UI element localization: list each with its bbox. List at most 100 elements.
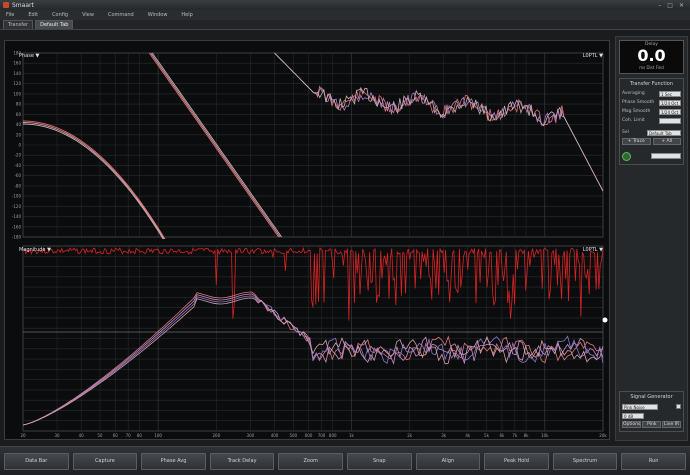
phase-y-tick: -60 (14, 173, 21, 178)
tf-row-label: Mag Smooth (622, 109, 651, 114)
signal-options-button[interactable]: Options (622, 421, 642, 428)
menu-item-config[interactable]: Config (52, 12, 68, 18)
tf-row-dropdown[interactable]: 1/24 Oct (659, 99, 681, 106)
app-icon (3, 2, 9, 8)
phase-graph[interactable]: 203040506070801002003004005006007008001k… (5, 41, 609, 245)
phase-y-tick: -40 (14, 163, 21, 168)
phase-y-tick: -120 (12, 204, 22, 209)
magnitude-x-tick: 70 (126, 433, 132, 438)
phase-y-tick: 40 (16, 122, 22, 127)
phase-background (5, 41, 609, 239)
tf-row-dropdown[interactable]: 1/24 Oct (659, 108, 681, 115)
magnitude-x-tick: 7k (512, 433, 518, 438)
magnitude-x-tick: 20 (20, 433, 26, 438)
bottom-button-zoom[interactable]: Zoom (278, 452, 343, 470)
tf-row-dropdown[interactable] (659, 117, 681, 124)
magnitude-x-tick: 400 (271, 433, 279, 438)
magnitude-x-tick: 5k (484, 433, 490, 438)
magnitude-x-tick: 6k (499, 433, 505, 438)
signal-level-dropdown[interactable]: 0 dB (622, 412, 644, 419)
phase-y-tick: 20 (16, 132, 22, 137)
magnitude-x-tick: 30 (54, 433, 60, 438)
magnitude-x-tick: 80 (137, 433, 143, 438)
signal-pink-button[interactable]: Pink (642, 421, 662, 428)
magnitude-x-tick: 1k (349, 433, 355, 438)
magnitude-x-tick: 700 (318, 433, 326, 438)
phase-plot-right-label[interactable]: L0PTL ▼ (583, 53, 603, 59)
magnitude-x-tick: 10k (541, 433, 549, 438)
phase-y-tick: 120 (13, 81, 21, 86)
tf-row-label: Phase Smooth (622, 100, 655, 105)
signal-generator-section: Signal Generator Pink Noise 0 dB Options… (619, 391, 684, 432)
input-dropdown[interactable] (651, 153, 681, 159)
menu-item-file[interactable]: File (6, 12, 14, 18)
add-all-button[interactable]: + All (652, 138, 681, 145)
title-bar: Smaart – □ ✕ (0, 0, 690, 10)
bottom-button-data-bar[interactable]: Data Bar (4, 452, 69, 470)
magnitude-cursor-handle (602, 317, 608, 323)
bottom-button-align[interactable]: Align (415, 452, 481, 470)
magnitude-x-tick: 3k (441, 433, 447, 438)
phase-y-tick: 80 (16, 102, 22, 107)
minimize-icon[interactable]: – (658, 2, 661, 9)
menu-item-view[interactable]: View (82, 12, 94, 18)
magnitude-plot-label[interactable]: Magnitude ▼ (19, 247, 51, 253)
magnitude-x-tick: 300 (247, 433, 255, 438)
menu-item-window[interactable]: Window (148, 12, 168, 18)
delay-sub: ms Dist Find (639, 65, 664, 70)
transfer-function-title: Transfer Function (630, 81, 673, 87)
bottom-button-spectrum[interactable]: Spectrum (552, 452, 618, 470)
magnitude-x-tick: 8k (524, 433, 530, 438)
transfer-function-section: Transfer Function Averaging 1 Sec Phase Sm… (619, 78, 684, 165)
magnitude-x-tick: 2k (407, 433, 413, 438)
delay-value: 0.0 (637, 46, 666, 65)
delay-display: Delay 0.0 ms Dist Find (619, 40, 684, 74)
tf-row-label: Averaging (622, 91, 645, 96)
bottom-button-track-delay[interactable]: Track Delay (209, 452, 275, 470)
tf-row-dropdown[interactable]: 1 Sec (659, 90, 681, 97)
phase-y-tick: -80 (14, 183, 21, 188)
phase-y-tick: 160 (13, 61, 21, 66)
maximize-icon[interactable]: □ (667, 2, 673, 9)
phase-plot-label[interactable]: Phase ▼ (19, 53, 39, 59)
magnitude-x-tick: 4k (465, 433, 471, 438)
phase-y-tick: -100 (12, 194, 22, 199)
signal-type-dropdown[interactable]: Pink Noise (622, 403, 658, 410)
magnitude-plot-right-label[interactable]: L0PTL ▼ (583, 247, 603, 253)
tf-row-label: Coh. Limit (622, 118, 645, 123)
window-title: Smaart (12, 1, 34, 9)
power-icon[interactable] (622, 151, 631, 161)
phase-y-tick: 60 (16, 112, 22, 117)
magnitude-plot[interactable]: 20 30 40 50 60 70 80 100 200 300 400 500 600 700 800 1k… (5, 240, 609, 439)
phase-y-tick: -140 (12, 214, 22, 219)
tab-default-tab[interactable]: Default Tab (35, 20, 74, 29)
magnitude-x-tick: 50 (97, 433, 103, 438)
phase-y-tick: 140 (13, 71, 21, 76)
close-icon[interactable]: ✕ (679, 2, 684, 9)
menu-item-command[interactable]: Command (108, 12, 134, 18)
magnitude-graph[interactable]: 20 30 40 50 60 70 80 100 200 300 400 500 600 700 800 1k… (5, 240, 609, 439)
bottom-button-phase-avg[interactable]: Phase Avg (141, 452, 206, 470)
add-trace-button[interactable]: + Trace (622, 138, 651, 145)
magnitude-x-tick: 200 (213, 433, 221, 438)
signal-live-ir-button[interactable]: Live IR (662, 421, 681, 428)
bottom-button-run[interactable]: Run (621, 452, 686, 470)
menu-bar: File Edit Config View Command Window Help (0, 10, 690, 20)
bottom-button-capture[interactable]: Capture (72, 452, 138, 470)
phase-plot[interactable]: 203040506070801002003004005006007008001k… (5, 41, 609, 245)
control-panel: Delay 0.0 ms Dist Find Transfer Function… (615, 36, 688, 441)
magnitude-x-tick: 600 (305, 433, 313, 438)
tab-transfer[interactable]: Transfer (3, 20, 34, 29)
magnitude-x-tick: 20k (599, 433, 607, 438)
bottom-button-peak-hold[interactable]: Peak Hold (484, 452, 549, 470)
signal-generator-title: Signal Generator (630, 394, 673, 400)
menu-item-help[interactable]: Help (181, 12, 192, 18)
menu-item-edit[interactable]: Edit (28, 12, 38, 18)
bottom-toolbar: Data Bar Capture Phase Avg Track Delay Zoom S… (0, 446, 690, 475)
signal-enable-checkbox[interactable] (676, 404, 681, 409)
phase-y-tick: -160 (12, 224, 22, 229)
bottom-button-snap[interactable]: Snap (346, 452, 412, 470)
magnitude-x-tick: 60 (113, 433, 119, 438)
trace-dropdown[interactable]: Default Tab (647, 129, 681, 136)
magnitude-x-tick: 40 (79, 433, 85, 438)
